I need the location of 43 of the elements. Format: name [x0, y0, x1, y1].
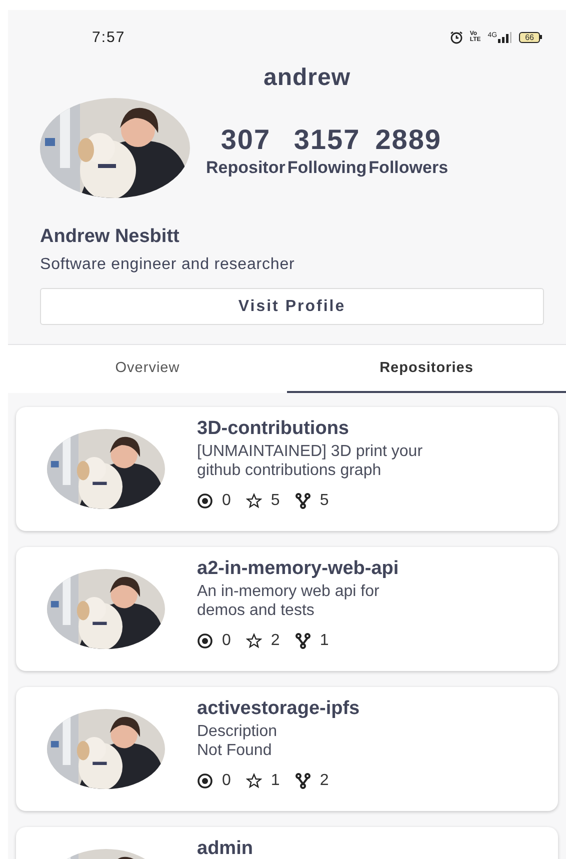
stat-count: 307 — [220, 124, 271, 156]
star-icon — [246, 773, 262, 789]
repository-card[interactable]: admin — [16, 827, 558, 859]
watcher-count: 0 — [222, 772, 231, 790]
stat-count: 3157 — [294, 124, 360, 156]
bio-text: Software engineer and researcher — [40, 256, 296, 274]
signal-icon — [498, 32, 512, 42]
repository-name: activestorage-ipfs — [197, 698, 360, 720]
repository-card[interactable]: activestorage-ipfs Description Not Found 0 1 2 — [16, 687, 558, 811]
repository-name: admin — [197, 838, 253, 859]
repository-card[interactable]: 3D-contributions [UNMAINTAINED] 3D print your github contributions graph 0 5 5 — [16, 407, 558, 531]
stat-label: Following — [287, 158, 367, 178]
star-count: 5 — [270, 492, 280, 510]
repository-description: An in-memory web api for demos and tests — [197, 582, 380, 620]
repository-name: 3D-contributions — [197, 418, 350, 440]
full-name: Andrew Nesbitt — [40, 226, 180, 248]
watcher-count: 0 — [222, 492, 231, 510]
battery-icon: 66 — [519, 32, 542, 42]
eye-icon — [197, 493, 213, 509]
fork-count: 1 — [320, 632, 329, 650]
fork-count: 5 — [320, 492, 329, 510]
clock-time: 7:57 — [92, 28, 126, 46]
stat-count: 2889 — [375, 124, 442, 156]
fork-count: 2 — [320, 772, 329, 790]
repository-description: Description Not Found — [197, 722, 278, 760]
star-icon — [246, 493, 262, 509]
visit-profile-button[interactable]: Visit Profile — [40, 288, 544, 325]
fork-icon — [294, 493, 311, 509]
repository-name: a2-in-memory-web-api — [197, 558, 399, 580]
fork-icon — [294, 773, 311, 789]
username-title: andrew — [262, 64, 352, 92]
repository-description: [UNMAINTAINED] 3D print your github contributions graph — [197, 442, 423, 480]
fork-icon — [294, 633, 311, 649]
eye-icon — [197, 773, 213, 789]
star-count: 1 — [270, 772, 280, 790]
repository-card[interactable]: a2-in-memory-web-api An in-memory web api for demos and tests 0 2 1 — [16, 547, 558, 671]
star-count: 2 — [270, 632, 280, 650]
star-icon — [246, 633, 262, 649]
alarm-icon — [450, 30, 463, 44]
stat-label: Repositor — [206, 158, 286, 178]
watcher-count: 0 — [222, 632, 231, 650]
stat-label: Followers — [368, 158, 448, 178]
eye-icon — [197, 633, 213, 649]
